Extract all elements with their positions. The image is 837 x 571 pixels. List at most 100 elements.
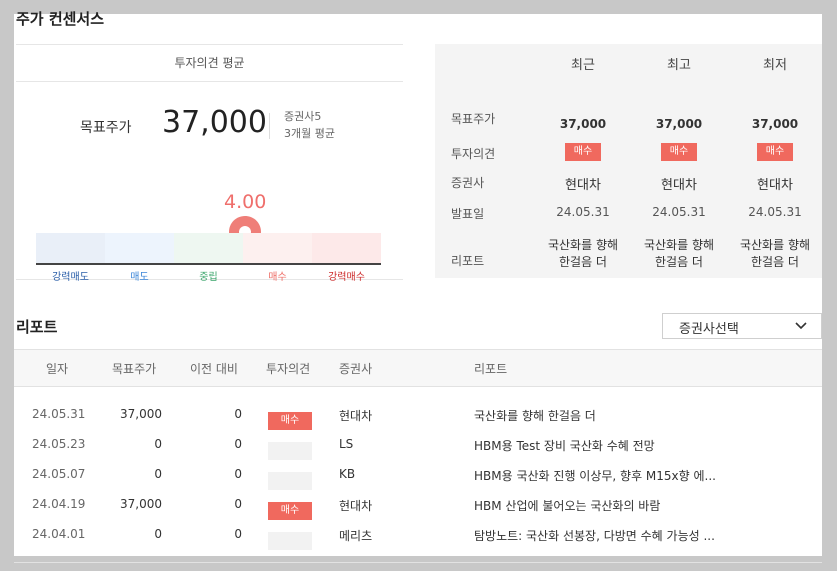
divider	[14, 562, 822, 563]
opinion-average-box: 투자의견 평균 목표주가 37,000 증권사5 3개월 평균 4.00 강력매…	[16, 44, 403, 283]
chevron-down-icon	[795, 320, 807, 335]
broker-select[interactable]: 증권사선택	[662, 313, 822, 339]
high-date: 24.05.31	[652, 205, 706, 219]
opinion-badge-empty	[268, 532, 312, 550]
scale-segment-buy	[243, 233, 312, 263]
column-header-recent: 최근	[571, 58, 595, 73]
row-change: 0	[234, 467, 242, 481]
high-broker: 현대차	[661, 178, 697, 193]
row-report-link[interactable]: HBM용 국산화 진행 이상무, 향후 M15x향 에...	[474, 467, 716, 484]
reports-title: 리포트	[16, 318, 58, 336]
recent-opinion: 매수	[535, 143, 631, 161]
table-row[interactable]: 24.04.01 0 0 메리츠 탐방노트: 국산화 선봉장, 다방면 수혜 가능성 .…	[14, 520, 822, 550]
row-label-broker: 증권사	[451, 176, 485, 190]
broker-select-label: 증권사선택	[679, 322, 739, 337]
low-opinion: 매수	[727, 143, 823, 161]
row-target-price: 37,000	[120, 497, 162, 511]
scale-segment-sell	[105, 233, 174, 263]
opinion-scale-bar	[36, 233, 381, 265]
low-target: 37,000	[751, 117, 799, 131]
broker-count: 증권사5	[284, 110, 322, 123]
recent-broker: 현대차	[565, 178, 601, 193]
recent-opinion-table: 최근 최고 최저 목표주가 투자의견 증권사 발표일 리포트 37,000 매수…	[435, 44, 822, 278]
low-date: 24.05.31	[748, 205, 802, 219]
row-label-opinion: 투자의견	[451, 147, 496, 161]
report-line-2: 한걸음 더	[751, 255, 799, 269]
row-label-target: 목표주가	[451, 112, 496, 126]
opinion-scale-labels: 강력매도 매도 중립 매수 강력매수	[36, 268, 381, 283]
row-target-price: 37,000	[120, 407, 162, 421]
consensus-panel: 주가 컨센서스 투자의견 평균 목표주가 37,000 증권사5 3개월 평균 …	[14, 10, 822, 563]
table-row[interactable]: 24.05.23 0 0 LS HBM용 Test 장비 국산화 수혜 전망	[14, 430, 822, 460]
scale-label-strong-buy: 강력매수	[328, 272, 365, 283]
row-label-date: 발표일	[451, 207, 485, 221]
report-line-1: 국산화를 향해	[739, 238, 811, 252]
table-row[interactable]: 24.05.07 0 0 KB HBM용 국산화 진행 이상무, 향후 M15x향 에.…	[14, 460, 822, 490]
recent-date: 24.05.31	[556, 205, 610, 219]
table-row[interactable]: 24.04.19 37,000 0 매수 현대차 HBM 산업에 불어오는 국산화의 바람	[14, 490, 822, 520]
opinion-score: 4.00	[224, 191, 267, 213]
row-date: 24.05.23	[32, 437, 86, 451]
scale-label-buy: 매수	[268, 272, 287, 283]
opinion-badge: 매수	[660, 143, 698, 161]
row-broker: 메리츠	[339, 529, 373, 543]
row-target-price: 0	[154, 527, 162, 541]
row-broker: 현대차	[339, 499, 373, 513]
low-report-link[interactable]: 국산화를 향해 한걸음 더	[727, 236, 823, 270]
report-line-2: 한걸음 더	[655, 255, 703, 269]
target-price-label: 목표주가	[80, 120, 132, 136]
row-date: 24.04.19	[32, 497, 86, 511]
scale-label-sell: 매도	[130, 272, 149, 283]
reports-table-header: 일자 목표주가 이전 대비 투자의견 증권사 리포트	[14, 349, 822, 387]
opinion-badge: 매수	[268, 502, 312, 520]
high-opinion: 매수	[631, 143, 727, 161]
average-period: 3개월 평균	[284, 127, 335, 140]
row-change: 0	[234, 407, 242, 421]
report-line-1: 국산화를 향해	[547, 238, 619, 252]
scale-label-neutral: 중립	[199, 272, 218, 283]
row-change: 0	[234, 497, 242, 511]
row-target-price: 0	[154, 467, 162, 481]
opinion-badge: 매수	[756, 143, 794, 161]
scale-segment-strong-buy	[312, 233, 381, 263]
report-line-1: 국산화를 향해	[643, 238, 715, 252]
opinion-badge: 매수	[268, 412, 312, 430]
header-opinion: 투자의견	[266, 362, 311, 376]
row-report-link[interactable]: 탐방노트: 국산화 선봉장, 다방면 수혜 가능성 ...	[474, 527, 715, 544]
row-broker: KB	[339, 467, 356, 481]
table-row[interactable]: 24.05.31 37,000 0 매수 현대차 국산화를 향해 한걸음 더	[14, 400, 822, 430]
recent-target: 37,000	[559, 117, 607, 131]
target-price-value: 37,000	[162, 105, 267, 140]
header-report: 리포트	[474, 362, 508, 376]
header-target-price: 목표주가	[112, 362, 157, 376]
row-change: 0	[234, 437, 242, 451]
opinion-average-header: 투자의견 평균	[16, 45, 403, 82]
low-broker: 현대차	[757, 178, 793, 193]
header-date: 일자	[46, 362, 69, 376]
row-broker: 현대차	[339, 409, 373, 423]
row-date: 24.04.01	[32, 527, 86, 541]
row-report-link[interactable]: HBM 산업에 불어오는 국산화의 바람	[474, 497, 660, 514]
section-title: 주가 컨센서스	[16, 10, 105, 28]
opinion-badge-empty	[268, 442, 312, 460]
divider	[269, 113, 270, 139]
row-report-link[interactable]: HBM용 Test 장비 국산화 수혜 전망	[474, 437, 655, 454]
opinion-badge: 매수	[564, 143, 602, 161]
scale-label-strong-sell: 강력매도	[52, 272, 89, 283]
column-header-high: 최고	[667, 58, 691, 73]
high-target: 37,000	[655, 117, 703, 131]
recent-report-link[interactable]: 국산화를 향해 한걸음 더	[535, 236, 631, 270]
high-report-link[interactable]: 국산화를 향해 한걸음 더	[631, 236, 727, 270]
row-broker: LS	[339, 437, 354, 451]
row-report-link[interactable]: 국산화를 향해 한걸음 더	[474, 407, 596, 424]
scale-segment-neutral	[174, 233, 243, 263]
row-target-price: 0	[154, 437, 162, 451]
header-broker: 증권사	[339, 362, 373, 376]
scale-segment-strong-sell	[36, 233, 105, 263]
row-date: 24.05.07	[32, 467, 86, 481]
header-change: 이전 대비	[190, 362, 238, 376]
row-label-report: 리포트	[451, 254, 485, 268]
column-header-low: 최저	[763, 58, 787, 73]
row-date: 24.05.31	[32, 407, 86, 421]
opinion-badge-empty	[268, 472, 312, 490]
